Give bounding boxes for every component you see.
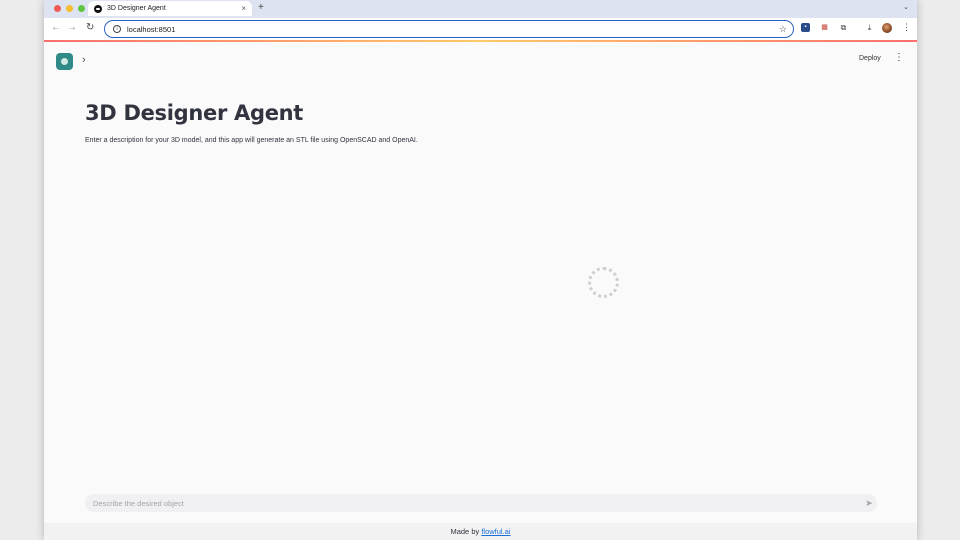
- deploy-button[interactable]: Deploy: [859, 55, 881, 62]
- send-icon[interactable]: ➤: [861, 498, 877, 509]
- footer: Made by flowful.ai: [44, 523, 917, 540]
- tab-search-chevron-icon[interactable]: ⌄: [903, 3, 909, 11]
- url-text[interactable]: localhost:8501: [127, 25, 773, 34]
- tab-close-icon[interactable]: ×: [241, 4, 246, 13]
- browser-window: 3D Designer Agent × + ⌄ ← → ↻ i localhos…: [44, 0, 917, 540]
- address-bar[interactable]: i localhost:8501 ☆: [104, 20, 794, 38]
- grid-extension-icon[interactable]: ▦: [820, 23, 829, 32]
- kebab-menu-icon[interactable]: ⋮: [902, 22, 911, 33]
- page-description: Enter a description for your 3D model, a…: [85, 137, 418, 144]
- maximize-window-button[interactable]: [78, 5, 85, 12]
- tab-title: 3D Designer Agent: [107, 5, 166, 12]
- back-icon[interactable]: ←: [51, 22, 61, 33]
- reload-icon[interactable]: ↻: [86, 22, 94, 33]
- trello-extension-icon[interactable]: ▪: [801, 23, 810, 32]
- new-tab-button[interactable]: +: [258, 2, 264, 13]
- star-icon[interactable]: ☆: [779, 24, 787, 35]
- info-icon[interactable]: i: [113, 25, 121, 33]
- page-title: 3D Designer Agent: [85, 101, 304, 125]
- close-window-button[interactable]: [54, 5, 61, 12]
- window-controls: [54, 5, 85, 12]
- browser-tab[interactable]: 3D Designer Agent ×: [88, 1, 252, 16]
- chat-input-bar[interactable]: ➤: [85, 494, 877, 512]
- app-menu-icon[interactable]: ⋮: [894, 52, 904, 63]
- describe-object-input[interactable]: [93, 498, 861, 508]
- streamlit-app: › Deploy ⋮ 3D Designer Agent Enter a des…: [44, 42, 917, 540]
- chevron-right-icon[interactable]: ›: [82, 54, 86, 66]
- streamlit-favicon-icon: [94, 4, 102, 13]
- profile-avatar[interactable]: [882, 23, 892, 33]
- footer-prefix: Made by: [450, 527, 482, 536]
- app-logo[interactable]: [56, 53, 73, 70]
- minimize-window-button[interactable]: [66, 5, 73, 12]
- forward-icon[interactable]: →: [67, 22, 77, 33]
- download-icon[interactable]: ⤓: [865, 23, 874, 32]
- browser-toolbar: ← → ↻ i localhost:8501 ☆ ▪ ▦ ⧉ ⤓ ⋮: [44, 18, 917, 40]
- puzzle-icon[interactable]: ⧉: [839, 23, 848, 32]
- loading-spinner: [588, 267, 619, 298]
- footer-link[interactable]: flowful.ai: [481, 527, 510, 536]
- tab-strip: 3D Designer Agent × + ⌄: [44, 0, 917, 18]
